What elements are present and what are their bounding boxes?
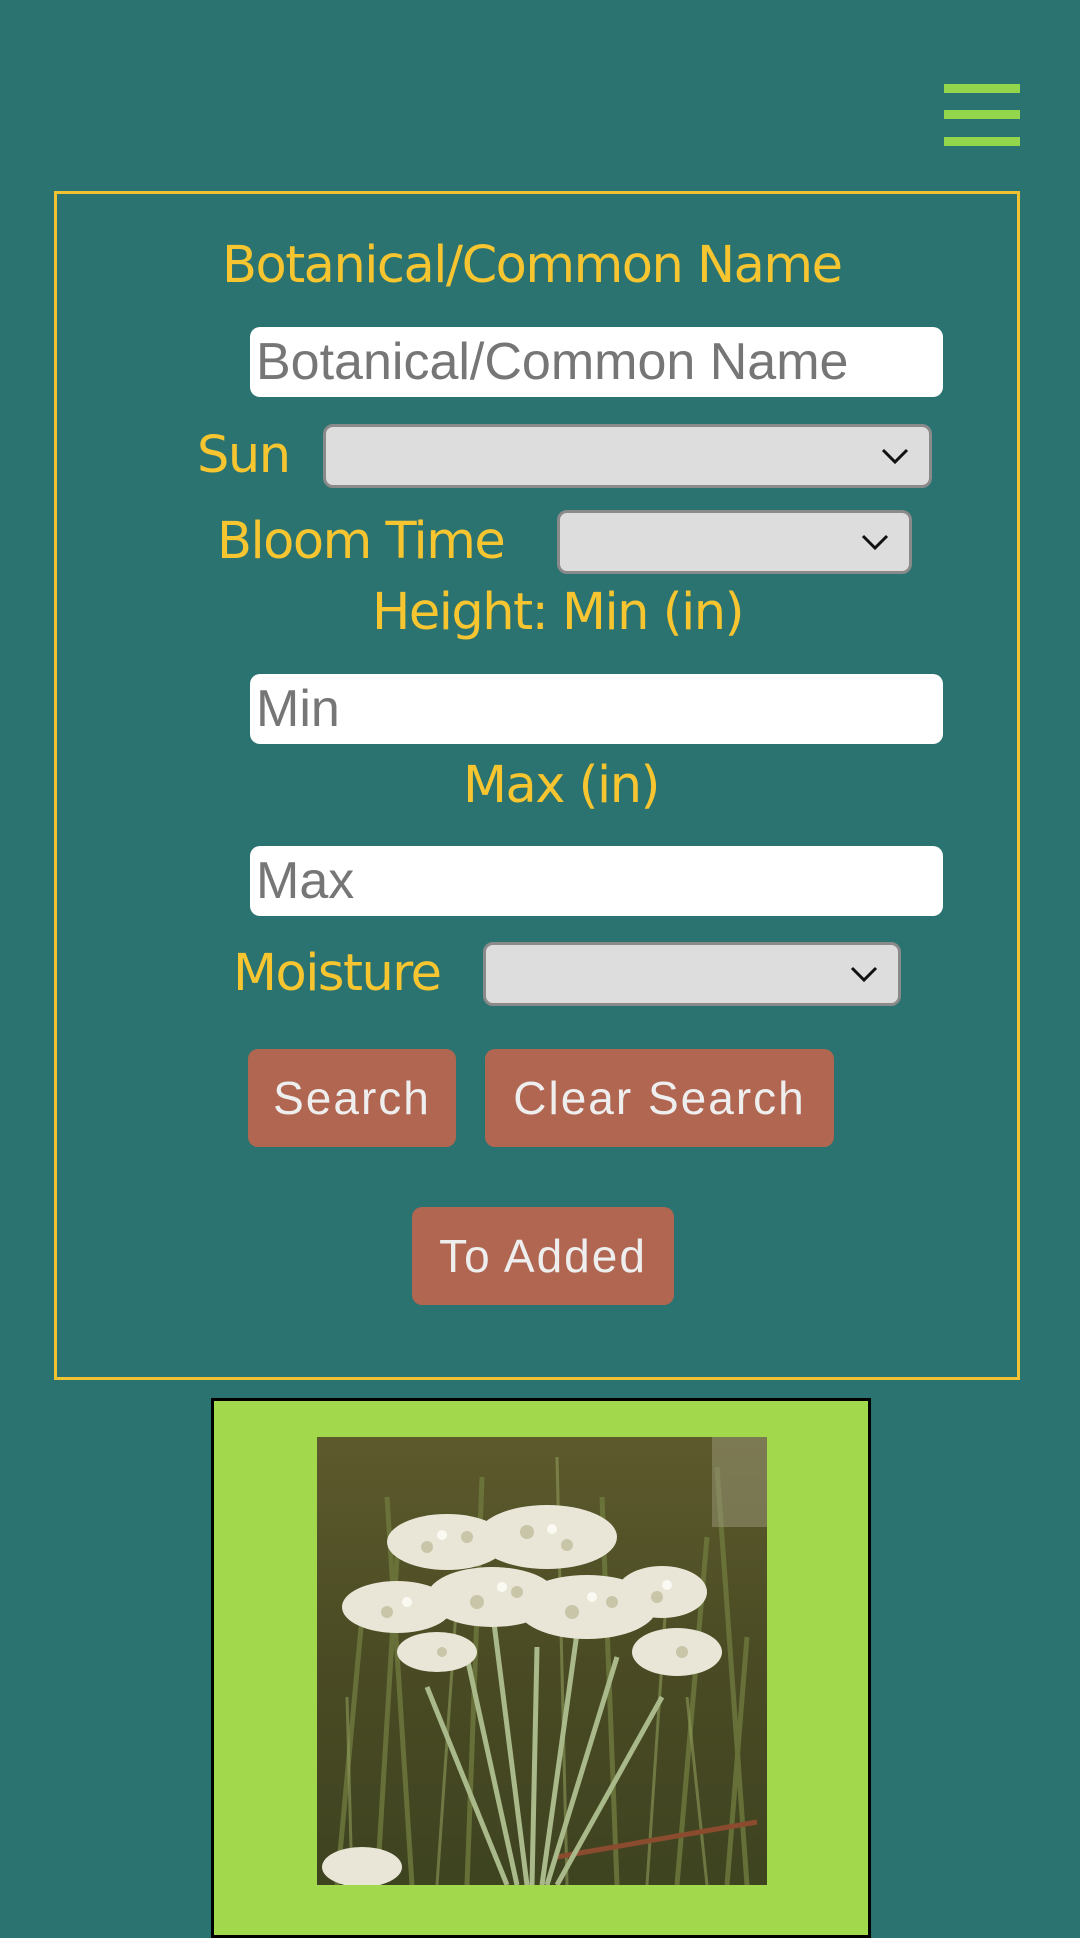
plant-photo[interactable] — [317, 1437, 767, 1885]
menu-icon-bar — [944, 84, 1020, 93]
bloom-time-select[interactable] — [557, 510, 912, 574]
sun-label: Sun — [197, 426, 291, 485]
chevron-down-icon — [881, 448, 909, 465]
clear-search-button[interactable]: Clear Search — [485, 1049, 834, 1147]
bloom-time-label: Bloom Time — [217, 512, 506, 571]
search-button[interactable]: Search — [248, 1049, 456, 1147]
menu-icon[interactable] — [944, 84, 1020, 146]
max-height-input[interactable] — [250, 846, 943, 916]
name-label: Botanical/Common Name — [222, 236, 843, 295]
search-panel: Botanical/Common Name Sun Bloom Time Hei… — [54, 191, 1020, 1380]
plant-photo-image — [317, 1437, 767, 1885]
to-added-button[interactable]: To Added — [412, 1207, 674, 1305]
menu-icon-bar — [944, 110, 1020, 119]
sun-select[interactable] — [323, 424, 932, 488]
height-min-label: Height: Min (in) — [372, 583, 744, 642]
chevron-down-icon — [861, 534, 889, 551]
moisture-label: Moisture — [233, 944, 442, 1003]
plant-result-card[interactable] — [211, 1398, 871, 1938]
name-search-input[interactable] — [250, 327, 943, 397]
menu-icon-bar — [944, 137, 1020, 146]
moisture-select[interactable] — [483, 942, 901, 1006]
chevron-down-icon — [850, 966, 878, 983]
min-height-input[interactable] — [250, 674, 943, 744]
height-max-label: Max (in) — [463, 756, 660, 815]
